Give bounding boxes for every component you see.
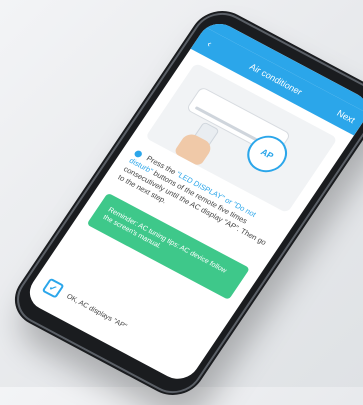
check-icon[interactable]: ✓ (41, 277, 65, 299)
phone-stage: ‹ Air conditioner Next AP Press the "LED… (0, 0, 363, 405)
phone-device: ‹ Air conditioner Next AP Press the "LED… (2, 0, 363, 405)
next-button[interactable]: Next (335, 108, 357, 125)
confirm-label: OK, AC displays "AP" (65, 292, 129, 330)
chevron-left-icon[interactable]: ‹ (202, 37, 216, 50)
